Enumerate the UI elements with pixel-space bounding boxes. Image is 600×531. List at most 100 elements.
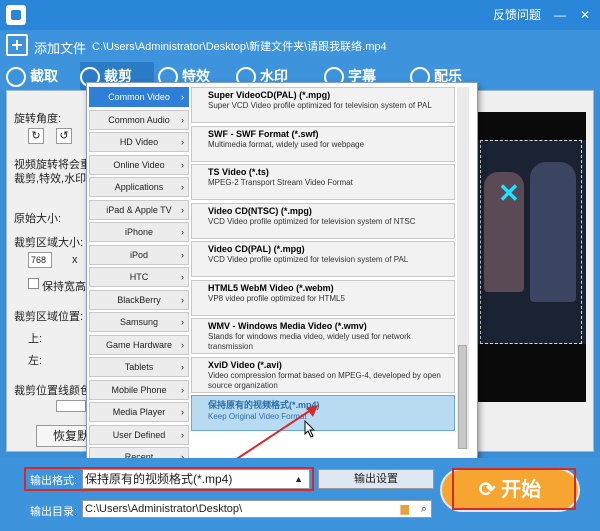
keep-ratio-checkbox[interactable] [28,278,39,289]
chevron-right-icon: › [181,182,184,192]
file-path: C:\Users\Administrator\Desktop\新建文件夹\请跟我… [92,41,387,53]
add-file-label: 添加文件 [34,41,87,56]
format-title: Super VideoCD(PAL) (*.mpg) [208,90,331,100]
format-item[interactable]: Video CD(PAL) (*.mpg) VCD Video profile o… [191,241,455,277]
crop-size-label: 裁剪区域大小: [14,237,84,249]
chevron-right-icon: › [181,114,184,125]
scrollbar-thumb[interactable] [458,345,467,449]
app-icon [6,5,26,25]
format-description: Video compression format based on MPEG-4… [208,370,441,390]
format-title: HTML5 WebM Video (*.webm) [208,282,334,293]
times-label: x [72,254,78,266]
format-item[interactable]: Video CD(NTSC) (*.mpg) VCD Video profile … [191,202,455,239]
output-dir-input[interactable]: C:\Users\Administrator\Desktop\ ▆ ⌕ [82,500,432,518]
left-label: 左: [28,355,43,367]
keep-ratio-label: 保持宽高 [42,281,86,293]
folder-icon[interactable]: ▆ [401,501,409,517]
format-title: Video CD(NTSC) (*.mpg) [208,205,312,216]
category-label: Mobile Phone [111,384,167,395]
crop-position-label: 裁剪区域位置: [14,311,84,323]
crop-width-input[interactable]: 768 [28,252,52,268]
feedback-button[interactable]: 反馈问题 [488,0,546,30]
color-swatch[interactable] [56,400,86,412]
category-item[interactable]: Samsung › [89,312,189,332]
category-label: Common Video [108,92,170,102]
format-item[interactable]: Super VideoCD(PAL) (*.mpg) Super VCD Vide… [191,87,455,123]
rotate-left-button[interactable]: ↺ [56,128,72,144]
category-item[interactable]: User Defined › [89,424,189,445]
chevron-right-icon: › [181,227,184,237]
format-item[interactable]: XviD Video (*.avi) Video compression form… [191,356,455,393]
rotate-right-button[interactable]: ↻ [28,128,44,144]
add-file-icon [6,34,28,56]
chevron-right-icon: › [181,204,184,215]
category-item[interactable]: iPhone › [89,222,189,242]
letterbox-bottom [476,344,586,402]
format-item[interactable]: WMV - Windows Media Video (*.wmv) Stands … [191,318,455,354]
format-item[interactable]: TS Video (*.ts) MPEG-2 Transport Stream V… [191,164,455,200]
chevron-right-icon: › [181,137,184,147]
format-description: Super VCD Video profile optimized for te… [208,101,432,110]
close-button[interactable]: ✕ [572,0,598,30]
category-item[interactable]: iPad & Apple TV › [89,199,189,220]
category-label: Applications [114,182,164,192]
mouse-cursor-icon [304,420,316,438]
category-label: BlackBerry [117,294,161,305]
format-title: XviD Video (*.avi) [208,359,282,370]
chevron-right-icon: › [181,317,184,327]
add-file-button[interactable]: 添加文件 [6,32,88,59]
category-item[interactable]: Common Audio › [89,109,189,130]
format-description: MPEG-2 Transport Stream Video Format [208,178,353,187]
format-scrollbar[interactable] [457,87,469,449]
video-preview: ✕ [476,112,586,402]
category-item[interactable]: Game Hardware › [89,334,189,355]
output-dir-value: C:\Users\Administrator\Desktop\ [85,503,243,515]
category-item[interactable]: Tablets › [89,357,189,377]
chevron-right-icon: › [181,272,184,282]
chevron-right-icon: › [181,92,184,102]
chevron-right-icon: › [181,429,184,440]
tab-trim[interactable]: 截取 [6,62,78,90]
category-label: Media Player [112,407,166,417]
rotate-desc-line2: 裁剪,特效,水印 [14,173,87,185]
format-item[interactable]: HTML5 WebM Video (*.webm) VP8 video profi… [191,279,455,316]
category-label: Tablets [124,362,154,372]
start-highlight-box [452,468,576,510]
output-settings-button[interactable]: 输出设置 [318,469,434,489]
format-item[interactable]: SWF - SWF Format (*.swf) Multimedia forma… [191,125,455,162]
chevron-right-icon: › [181,159,184,170]
category-item[interactable]: iPod › [89,244,189,265]
crop-line-color-label: 裁剪位置线颜色 [14,385,91,397]
format-description: Multimedia format, widely used for webpa… [208,139,365,149]
format-title: Video CD(PAL) (*.mpg) [208,244,305,254]
letterbox-top [476,112,586,140]
format-description: VCD Video profile optimized for televisi… [208,255,409,264]
category-label: iPad & Apple TV [106,204,172,215]
category-item[interactable]: Applications › [89,177,189,197]
search-icon[interactable]: ⌕ [421,501,427,517]
format-title: WMV - Windows Media Video (*.wmv) [208,321,367,331]
format-highlight-box [24,467,314,491]
format-title: TS Video (*.ts) [208,167,269,177]
category-item[interactable]: HTC › [89,267,189,287]
rotate-label: 旋转角度: [14,113,62,125]
format-description: VCD Video profile optimized for televisi… [208,216,416,226]
category-label: User Defined [112,429,166,440]
scissors-icon [6,67,26,88]
category-label: Samsung [119,317,159,327]
category-label: HTC [129,272,149,282]
chevron-right-icon: › [181,384,184,395]
output-dir-label: 输出目录: [30,506,78,518]
chevron-right-icon: › [181,362,184,372]
category-label: Common Audio [108,114,170,125]
category-item[interactable]: Media Player › [89,402,189,422]
crop-frame[interactable] [480,140,582,344]
category-item[interactable]: Common Video › [89,87,189,107]
category-item[interactable]: BlackBerry › [89,289,189,310]
top-label: 上: [28,333,43,345]
category-item[interactable]: Mobile Phone › [89,379,189,400]
minimize-button[interactable]: — [548,0,572,30]
category-item[interactable]: Online Video › [89,154,189,175]
category-item[interactable]: HD Video › [89,132,189,152]
format-description: Stands for windows media video, widely u… [208,332,411,351]
